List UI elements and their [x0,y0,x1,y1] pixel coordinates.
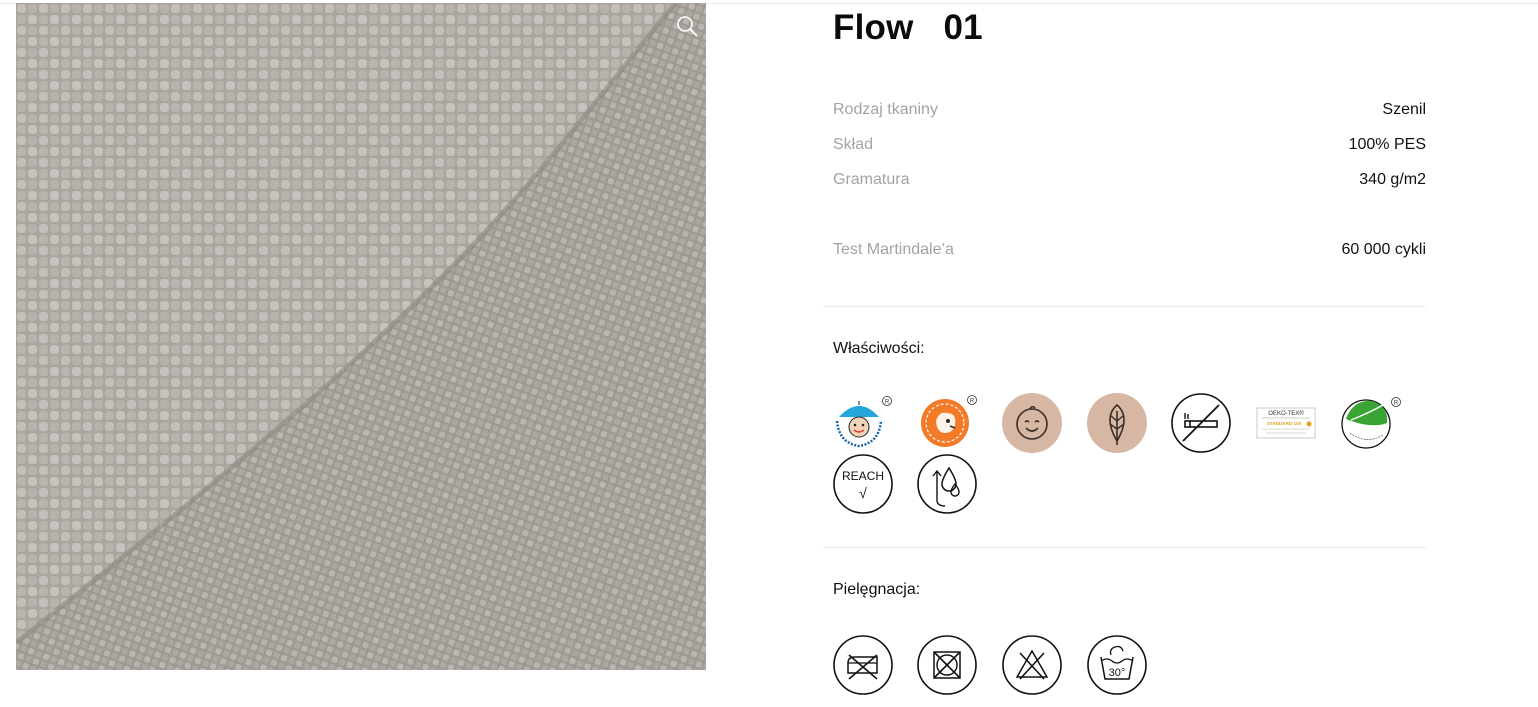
no-bleach-icon [1002,635,1062,695]
no-pets-easy-clean-icon: R [917,393,977,453]
spec-row-composition: Skład 100% PES [833,136,1426,160]
product-title: Flow 01 [833,8,983,48]
spec-value: 60 000 cykli [1341,241,1427,258]
svg-text:REACH: REACH [842,469,884,483]
no-tumble-dry-icon [917,635,977,695]
spec-row-fabric-type: Rodzaj tkaniny Szenil [833,101,1426,125]
properties-title: Właściwości: [833,340,925,357]
spec-value: Szenil [1382,101,1426,118]
care-title: Pielęgnacja: [833,581,921,598]
leaf-icon [1087,393,1147,453]
wash-30-icon: 30° [1087,635,1147,695]
spec-value: 340 g/m2 [1359,171,1426,188]
svg-text:√: √ [859,485,867,501]
baby-face-icon [1002,393,1062,453]
spec-label: Test Martindale’a [833,241,954,258]
water-repellent-icon [917,454,977,514]
zoom-magnifier-icon[interactable] [672,11,702,41]
no-smoking-icon [1171,393,1231,453]
child-safe-umbrella-icon: R [833,393,893,453]
divider [823,306,1426,307]
spec-label: Skład [833,136,874,153]
product-name: Flow [833,8,914,47]
oeko-tex-icon: OEKO-TEX® STANDARD 100 [1256,393,1316,453]
spec-label: Rodzaj tkaniny [833,101,938,118]
svg-text:30°: 30° [1109,667,1126,679]
no-ironing-icon [833,635,893,695]
spec-value: 100% PES [1348,136,1426,153]
divider [823,547,1426,548]
spec-row-martindale: Test Martindale’a 60 000 cykli [833,241,1426,265]
svg-text:R: R [1394,401,1399,407]
spec-row-weight: Gramatura 340 g/m2 [833,171,1426,195]
reach-check-icon: REACH √ [833,454,893,514]
svg-text:OEKO-TEX®: OEKO-TEX® [1268,410,1304,417]
svg-text:STANDARD 100: STANDARD 100 [1267,421,1302,426]
product-number: 01 [943,8,983,47]
svg-text:R: R [970,399,975,405]
fabric-image[interactable] [16,3,706,670]
human-friendly-leaf-icon: R [1341,393,1401,453]
svg-text:R: R [885,400,890,406]
spec-label: Gramatura [833,171,910,188]
